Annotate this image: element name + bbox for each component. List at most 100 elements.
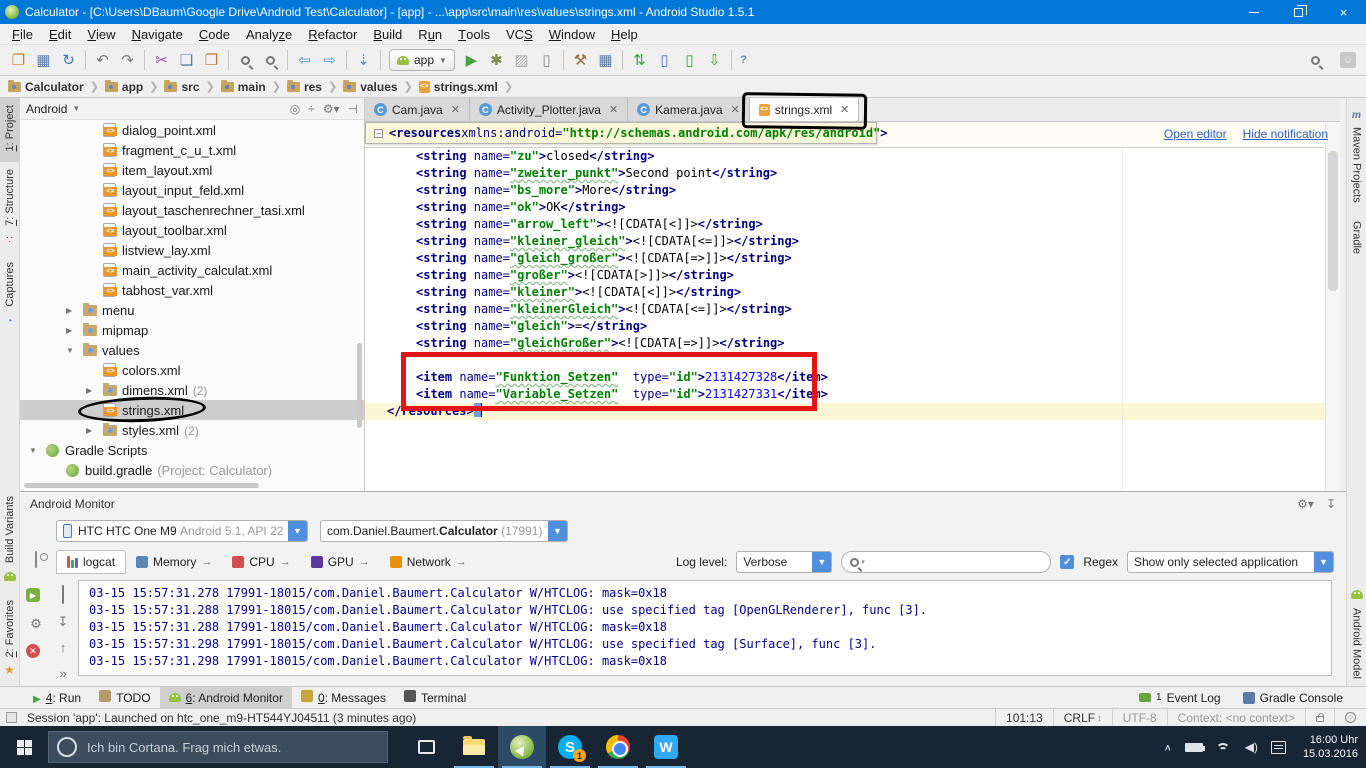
tree-row-colors-xml[interactable]: colors.xml <box>20 360 364 380</box>
line-separator[interactable]: CRLF↕ <box>1053 709 1112 726</box>
tree-row-dimens-xml[interactable]: ▶dimens.xml(2) <box>20 380 364 400</box>
tree-row-main_activity_calculat-xml[interactable]: main_activity_calculat.xml <box>20 260 364 280</box>
menu-analyze[interactable]: Analyze <box>238 24 300 44</box>
screen-record-icon[interactable]: ▶ <box>26 588 46 602</box>
hide-notification-link[interactable]: Hide notification <box>1243 127 1328 141</box>
code-line[interactable]: <item name="Funktion_Setzen" type="id">2… <box>365 369 1325 386</box>
run-config-chooser[interactable]: app▼ <box>389 49 455 71</box>
menu-help[interactable]: Help <box>603 24 646 44</box>
menu-edit[interactable]: Edit <box>41 24 79 44</box>
tree-row-layout_toolbar-xml[interactable]: layout_toolbar.xml <box>20 220 364 240</box>
sort-lines-icon[interactable]: ⇣ <box>351 48 376 72</box>
save-all-icon[interactable]: ▦ <box>31 48 56 72</box>
start-button[interactable] <box>0 726 48 768</box>
forward-icon[interactable]: ⇨ <box>317 48 342 72</box>
code-line[interactable]: <string name="großer"><![CDATA[>]]></str… <box>365 267 1325 284</box>
tree-row-styles-xml[interactable]: ▶styles.xml(2) <box>20 420 364 440</box>
code-line[interactable]: <string name="gleich">=</string> <box>365 318 1325 335</box>
skype-icon[interactable]: S1 <box>546 726 594 768</box>
breadcrumb-item-src[interactable]: src <box>164 80 199 94</box>
action-center-icon[interactable] <box>1271 741 1286 754</box>
menu-refactor[interactable]: Refactor <box>300 24 365 44</box>
menu-navigate[interactable]: Navigate <box>124 24 191 44</box>
toolwindow-event-log[interactable]: 1Event Log <box>1130 691 1230 705</box>
menu-code[interactable]: Code <box>191 24 238 44</box>
tree-row-item_layout-xml[interactable]: item_layout.xml <box>20 160 364 180</box>
cut-icon[interactable]: ✂ <box>149 48 174 72</box>
menu-view[interactable]: View <box>79 24 123 44</box>
code-line[interactable]: <string name="ok">OK</string> <box>365 199 1325 216</box>
code-line[interactable]: <string name="bs_more">More</string> <box>365 182 1325 199</box>
layout-inspector-icon[interactable]: ⚙ <box>26 616 46 632</box>
tab-cam-java[interactable]: CCam.java✕ <box>365 98 470 121</box>
tool-strip--project[interactable]: 1: Project <box>0 98 19 162</box>
redo-icon[interactable]: ↷ <box>115 48 140 72</box>
tool-strip-captures[interactable]: Captures◔ <box>0 255 19 336</box>
hide-panel-icon[interactable]: ↧ <box>1326 497 1336 511</box>
sdk-download-icon[interactable]: ⇩ <box>702 48 727 72</box>
gradle-sync-icon[interactable]: ⇅ <box>627 48 652 72</box>
code-line[interactable]: <item name="Variable_Setzen" type="id">2… <box>365 386 1325 403</box>
tree-row-build-gradle[interactable]: build.gradle(Project: Calculator) <box>20 460 364 480</box>
project-vertical-scrollbar[interactable] <box>357 343 362 428</box>
toolwindow--messages[interactable]: 0: Messages <box>292 687 395 708</box>
monitor-tab-network[interactable]: Network→ <box>380 551 477 573</box>
code-line[interactable]: <string name="gleichGroßer"><![CDATA[=>]… <box>365 335 1325 352</box>
tree-expanded-arrow[interactable]: ▼ <box>66 346 74 355</box>
android-studio-taskbar-icon[interactable] <box>498 726 546 768</box>
wifi-icon[interactable] <box>1216 741 1232 753</box>
menu-vcs[interactable]: VCS <box>498 24 541 44</box>
avd-manager-icon[interactable]: ▯ <box>677 48 702 72</box>
fold-icon[interactable]: − <box>374 129 383 138</box>
log-level-select[interactable]: Verbose ▼ <box>736 551 832 573</box>
tree-row-layout_taschenrechner_tasi-xml[interactable]: layout_taschenrechner_tasi.xml <box>20 200 364 220</box>
project-structure-icon[interactable]: ▦ <box>593 48 618 72</box>
toolwindow--android-monitor[interactable]: 6: Android Monitor <box>160 687 292 708</box>
tree-row-tabhost_var-xml[interactable]: tabhost_var.xml <box>20 280 364 300</box>
project-horizontal-scrollbar[interactable] <box>24 483 259 488</box>
code-line[interactable]: <string name="gleich_großer"><![CDATA[=>… <box>365 250 1325 267</box>
file-explorer-icon[interactable] <box>450 726 498 768</box>
tree-row-strings-xml[interactable]: strings.xml <box>20 400 364 420</box>
chevron-down-icon[interactable]: ▼ <box>72 104 80 113</box>
w-app-icon[interactable]: W <box>642 726 690 768</box>
code-line[interactable] <box>365 352 1325 369</box>
tree-row-dialog_point-xml[interactable]: dialog_point.xml <box>20 120 364 140</box>
back-icon[interactable]: ⇦ <box>292 48 317 72</box>
breadcrumb-item-calculator[interactable]: Calculator <box>8 80 84 94</box>
tree-row-mipmap[interactable]: ▶mipmap <box>20 320 364 340</box>
screenshot-icon[interactable] <box>26 552 46 567</box>
battery-icon[interactable] <box>1185 743 1203 752</box>
tab-kamera-java[interactable]: CKamera.java✕ <box>628 98 750 121</box>
toolwindow-todo[interactable]: TODO <box>90 687 159 708</box>
tool-strip-android-model[interactable]: Android Model <box>1347 579 1366 686</box>
paste-icon[interactable]: ❐ <box>199 48 224 72</box>
logcat-filter-select[interactable]: Show only selected application ▼ <box>1127 551 1334 573</box>
up-stack-trace-icon[interactable]: ↑ <box>53 640 73 655</box>
taskbar-clock[interactable]: 16:00 Uhr 15.03.2016 <box>1303 733 1358 761</box>
code-line[interactable]: <string name="zu">closed</string> <box>365 148 1325 165</box>
regex-checkbox[interactable]: ✓ <box>1060 555 1074 569</box>
collapse-all-icon[interactable]: ÷ <box>308 102 315 116</box>
logcat-output[interactable]: 03-15 15:57:31.278 17991-18015/com.Danie… <box>78 580 1332 676</box>
toolwindow-terminal[interactable]: Terminal <box>395 687 475 708</box>
monitor-tab-gpu[interactable]: GPU→ <box>301 551 380 573</box>
tab-activity_plotter-java[interactable]: CActivity_Plotter.java✕ <box>470 98 628 121</box>
menu-build[interactable]: Build <box>365 24 410 44</box>
restore-button[interactable] <box>1276 0 1321 24</box>
menu-tools[interactable]: Tools <box>450 24 498 44</box>
tree-expanded-arrow[interactable]: ▼ <box>29 446 37 455</box>
toolwindow-toggle-icon[interactable] <box>6 712 17 723</box>
project-view-mode[interactable]: Android <box>26 102 67 116</box>
tree-collapsed-arrow[interactable]: ▶ <box>86 426 92 435</box>
tree-row-listview_lay-xml[interactable]: listview_lay.xml <box>20 240 364 260</box>
tree-row-layout_input_feld-xml[interactable]: layout_input_feld.xml <box>20 180 364 200</box>
code-line[interactable]: <string name="kleiner"><![CDATA[<]]></st… <box>365 284 1325 301</box>
menu-file[interactable]: File <box>4 24 41 44</box>
task-view-button[interactable] <box>402 726 450 768</box>
tree-row-gradle-scripts[interactable]: ▼Gradle Scripts <box>20 440 364 460</box>
synchronize-icon[interactable]: ↻ <box>56 48 81 72</box>
tree-collapsed-arrow[interactable]: ▶ <box>66 326 72 335</box>
terminate-app-icon[interactable]: ✕ <box>26 644 46 658</box>
editor-scrollbar[interactable] <box>1325 123 1340 491</box>
